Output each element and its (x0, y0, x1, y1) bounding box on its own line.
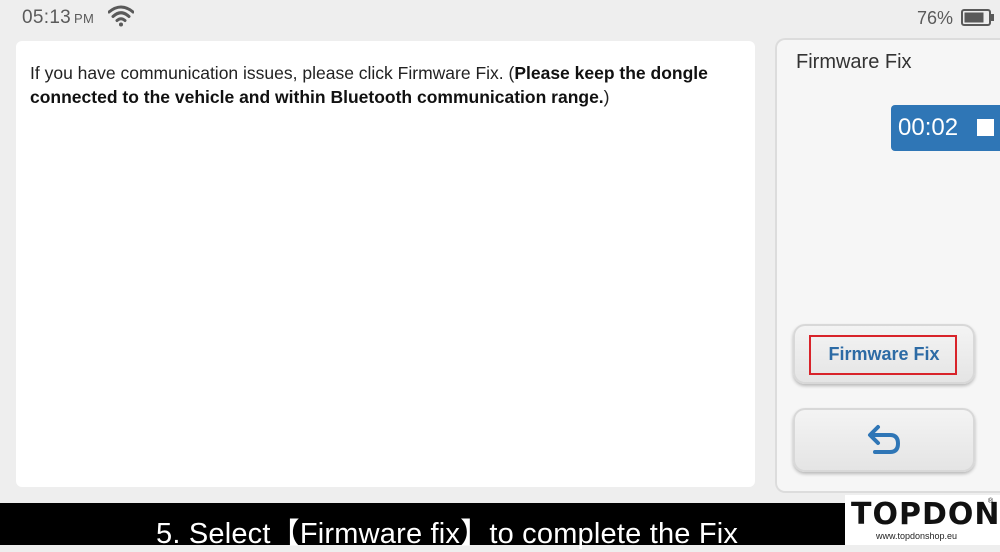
registered-mark: ® (988, 498, 994, 505)
status-time-value: 05:13 (22, 7, 72, 28)
message-panel: If you have communication issues, please… (16, 41, 755, 487)
brand-url: www.topdonshop.eu (876, 531, 958, 541)
caption-text: 5. Select【Firmware fix】to complete the F… (156, 518, 739, 550)
back-icon (868, 425, 901, 454)
firmware-fix-button[interactable]: Firmware Fix (793, 324, 975, 384)
instruction-plain: If you have communication issues, please… (30, 63, 515, 83)
side-panel: Firmware Fix 00:02 Firmware Fix (775, 38, 1000, 493)
brand-logo: TOPDON ® www.topdonshop.eu (845, 495, 1000, 545)
instruction-end: ) (603, 87, 610, 107)
timer-value: 00:02 (898, 114, 959, 141)
status-bar: 05:13 PM 76% (0, 0, 1000, 36)
brand-name: TOPDON (851, 497, 1000, 532)
battery-percent: 76% (917, 8, 954, 28)
firmware-fix-button-label: Firmware Fix (828, 343, 940, 364)
stop-icon[interactable] (977, 119, 994, 136)
instruction-text: If you have communication issues, please… (30, 61, 730, 109)
wifi-icon (108, 5, 134, 27)
battery-icon (961, 9, 994, 26)
status-time-ampm: PM (74, 11, 95, 26)
status-time: 05:13 PM (22, 7, 94, 29)
back-button[interactable] (793, 408, 975, 472)
side-panel-title: Firmware Fix (796, 51, 912, 73)
timer-box[interactable]: 00:02 (891, 105, 1000, 151)
